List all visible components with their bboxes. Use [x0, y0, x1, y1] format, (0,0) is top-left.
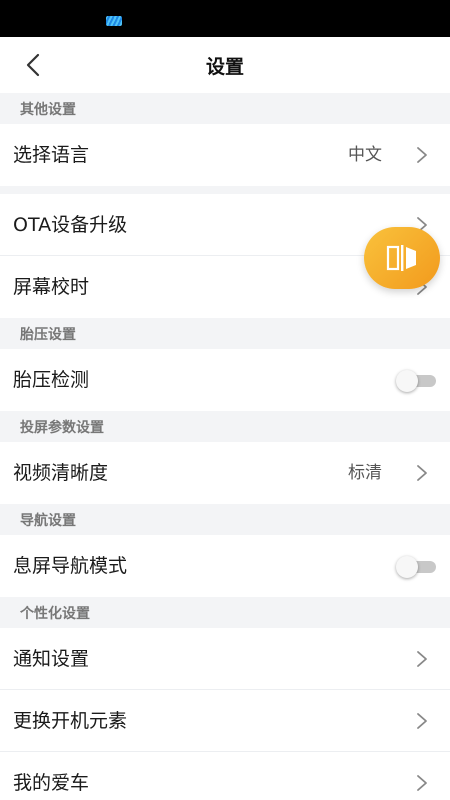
notification-settings-label: 通知设置 [13, 648, 90, 670]
chevron-right-icon [417, 775, 427, 791]
settings-list: 其他设置 选择语言 中文 OTA设备升级 屏幕校时 胎压设置 胎压检测 投屏参数… [0, 93, 450, 800]
section-header-personal: 个性化设置 [0, 597, 450, 628]
screen-off-nav-label: 息屏导航模式 [13, 555, 128, 577]
language-row[interactable]: 选择语言 中文 [0, 124, 450, 186]
section-header-cast: 投屏参数设置 [0, 411, 450, 442]
chevron-right-icon [417, 713, 427, 729]
navigation-bar: 设置 [0, 37, 450, 93]
video-clarity-row[interactable]: 视频清晰度 标清 [0, 442, 450, 504]
status-app-icon [106, 16, 122, 26]
back-button[interactable] [18, 49, 50, 81]
screen-off-nav-row: 息屏导航模式 [0, 535, 450, 597]
time-sync-label: 屏幕校时 [13, 276, 90, 298]
language-label: 选择语言 [13, 144, 90, 166]
chevron-left-icon [26, 53, 40, 77]
screen-mirror-float-button[interactable] [364, 227, 440, 289]
tire-detect-label: 胎压检测 [13, 369, 90, 391]
my-car-row[interactable]: 我的爱车 [0, 752, 450, 800]
video-clarity-label: 视频清晰度 [13, 462, 109, 484]
chevron-right-icon [417, 651, 427, 667]
section-header-tire: 胎压设置 [0, 318, 450, 349]
notification-settings-row[interactable]: 通知设置 [0, 628, 450, 690]
screen-mirror-icon [386, 245, 416, 271]
tire-detect-toggle[interactable] [396, 370, 436, 392]
page-title: 设置 [205, 56, 244, 78]
section-header-other: 其他设置 [0, 93, 450, 124]
tire-detect-row: 胎压检测 [0, 349, 450, 411]
language-value: 中文 [348, 145, 382, 165]
status-bar [0, 0, 450, 37]
section-header-navigation: 导航设置 [0, 504, 450, 535]
ota-upgrade-label: OTA设备升级 [13, 214, 128, 236]
chevron-right-icon [417, 147, 427, 163]
screen-off-nav-toggle[interactable] [396, 556, 436, 578]
boot-elements-label: 更换开机元素 [13, 710, 128, 732]
toggle-knob [396, 370, 418, 392]
boot-elements-row[interactable]: 更换开机元素 [0, 690, 450, 752]
video-clarity-value: 标清 [348, 463, 382, 483]
section-gap [0, 186, 450, 194]
chevron-right-icon [417, 465, 427, 481]
my-car-label: 我的爱车 [13, 772, 90, 794]
toggle-knob [396, 556, 418, 578]
